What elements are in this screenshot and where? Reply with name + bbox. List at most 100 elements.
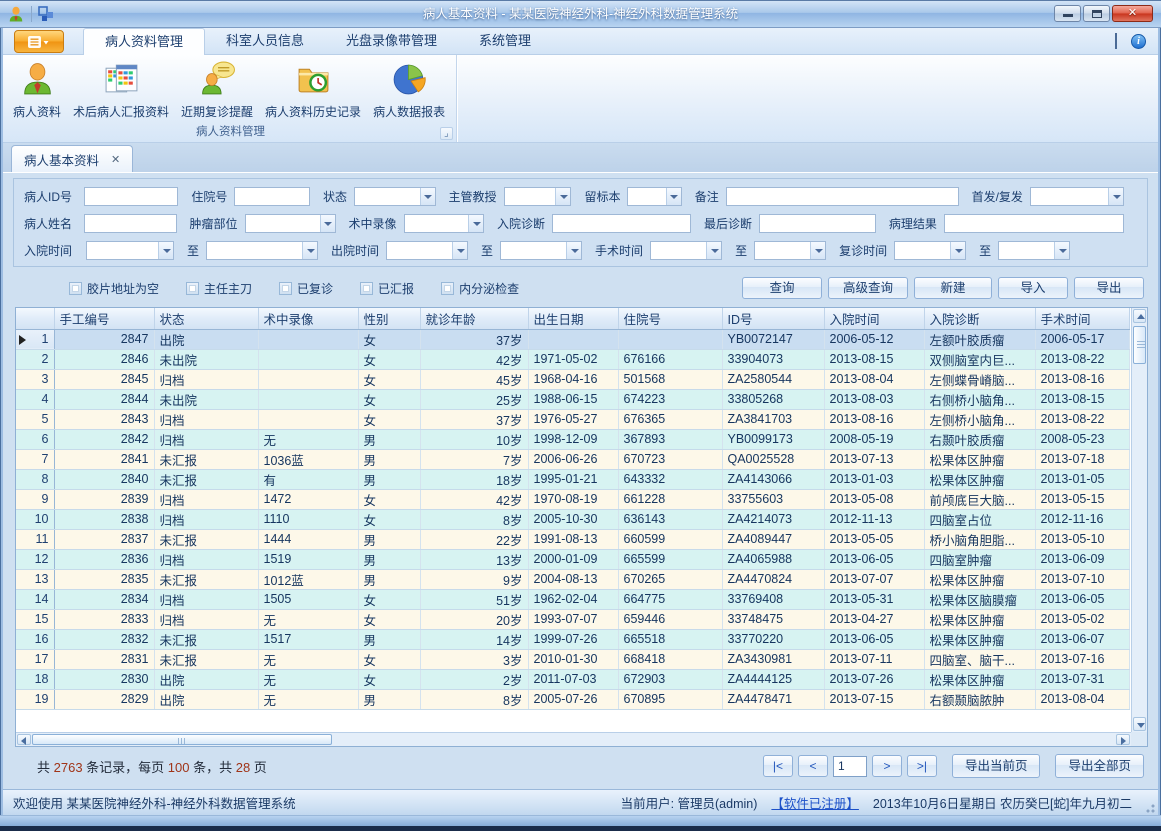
dropdown-arrow-icon[interactable] (666, 188, 681, 205)
postop-report-data-button[interactable]: 术后病人汇报资料 (67, 58, 175, 120)
admission-date-from-select[interactable] (86, 241, 174, 260)
table-row[interactable]: 22846未出院女42岁1971-05-02676166339040732013… (16, 349, 1129, 369)
v-scrollbar[interactable] (1131, 308, 1147, 732)
discharge-date-to-select[interactable] (500, 241, 582, 260)
h-scrollbar[interactable] (16, 732, 1131, 746)
new-button[interactable]: 新建 (914, 277, 992, 299)
app-menu-button[interactable] (14, 30, 64, 53)
table-row[interactable]: 112837未汇报1444男22岁1991-08-13660599ZA40894… (16, 529, 1129, 549)
collapse-ribbon-button[interactable] (1115, 35, 1117, 49)
table-row[interactable]: 82840未汇报有男18岁1995-01-21643332ZA414306620… (16, 469, 1129, 489)
dropdown-arrow-icon[interactable] (950, 242, 965, 259)
revisit-reminder-button[interactable]: 近期复诊提醒 (175, 58, 259, 120)
table-row[interactable]: 192829出院无男8岁2005-07-26670895ZA4478471201… (16, 689, 1129, 709)
registered-link[interactable]: 【软件已注册】 (771, 793, 859, 812)
table-row[interactable]: 42844未出院女25岁1988-06-15674223338052682013… (16, 389, 1129, 409)
col-manual-no[interactable]: 手工编号 (54, 308, 154, 329)
dropdown-arrow-icon[interactable] (1108, 188, 1123, 205)
scroll-right-button[interactable] (1116, 734, 1130, 745)
specimen-select[interactable] (627, 187, 681, 206)
dropdown-arrow-icon[interactable] (452, 242, 467, 259)
checkbox-revisited[interactable]: 已复诊 (279, 280, 333, 297)
patient-report-button[interactable]: 病人数据报表 (367, 58, 451, 120)
patient-name-input[interactable] (84, 214, 177, 233)
maximize-button[interactable] (1083, 5, 1110, 22)
table-row[interactable]: 142834归档1505女51岁1962-02-0466477533769408… (16, 589, 1129, 609)
scroll-down-button[interactable] (1133, 717, 1146, 731)
col-admission-date[interactable]: 入院时间 (824, 308, 924, 329)
resize-grip[interactable] (1143, 801, 1155, 813)
dialog-launcher-button[interactable]: ⌟ (440, 127, 453, 140)
col-status[interactable]: 状态 (154, 308, 258, 329)
discharge-date-from-select[interactable] (386, 241, 468, 260)
v-scroll-thumb[interactable] (1133, 326, 1146, 364)
table-row[interactable]: 32845归档女45岁1968-04-16501568ZA25805442013… (16, 369, 1129, 389)
dropdown-arrow-icon[interactable] (706, 242, 721, 259)
status-select[interactable] (354, 187, 435, 206)
col-admission-no[interactable]: 住院号 (618, 308, 722, 329)
pager-next-button[interactable]: > (872, 755, 902, 777)
table-row[interactable]: 12847出院女37岁YB00721472006-05-12左额叶胶质瘤2006… (16, 329, 1129, 349)
page-number-input[interactable] (833, 756, 867, 777)
intraop-video-select[interactable] (404, 214, 484, 233)
table-row[interactable]: 182830出院无女2岁2011-07-03672903ZA4444125201… (16, 669, 1129, 689)
dropdown-arrow-icon[interactable] (158, 242, 173, 259)
table-row[interactable]: 172831未汇报无女3岁2010-01-30668418ZA343098120… (16, 649, 1129, 669)
col-id-no[interactable]: ID号 (722, 308, 824, 329)
export-all-pages-button[interactable]: 导出全部页 (1055, 754, 1144, 778)
table-row[interactable]: 52843归档女37岁1976-05-27676365ZA38417032013… (16, 409, 1129, 429)
ribbon-tab-disc-tape-management[interactable]: 光盘录像带管理 (325, 28, 458, 55)
checkbox-endocrine-exam[interactable]: 内分泌检查 (441, 280, 519, 297)
ribbon-tab-system-management[interactable]: 系统管理 (458, 28, 552, 55)
export-button[interactable]: 导出 (1074, 277, 1144, 299)
table-row[interactable]: 72841未汇报1036蓝男7岁2006-06-26670723QA002552… (16, 449, 1129, 469)
chief-professor-select[interactable] (504, 187, 572, 206)
dropdown-arrow-icon[interactable] (468, 215, 483, 232)
col-admission-diagnosis[interactable]: 入院诊断 (924, 308, 1035, 329)
col-surgery-date[interactable]: 手术时间 (1035, 308, 1129, 329)
col-gender[interactable]: 性别 (358, 308, 420, 329)
surgery-date-to-select[interactable] (754, 241, 826, 260)
export-current-page-button[interactable]: 导出当前页 (952, 754, 1041, 778)
dropdown-arrow-icon[interactable] (1054, 242, 1069, 259)
table-row[interactable]: 102838归档1110女8岁2005-10-30636143ZA4214073… (16, 509, 1129, 529)
dropdown-arrow-icon[interactable] (320, 215, 335, 232)
remark-input[interactable] (726, 187, 959, 206)
revisit-date-to-select[interactable] (998, 241, 1070, 260)
ribbon-tab-patient-data-management[interactable]: 病人资料管理 (83, 28, 205, 55)
tumor-site-select[interactable] (245, 214, 336, 233)
about-button[interactable]: i (1131, 34, 1146, 49)
checkbox-film-address-empty[interactable]: 胶片地址为空 (69, 280, 159, 297)
pager-prev-button[interactable]: < (798, 755, 828, 777)
close-button[interactable]: ✕ (1112, 5, 1153, 22)
dropdown-arrow-icon[interactable] (555, 188, 570, 205)
pathology-result-input[interactable] (944, 214, 1124, 233)
document-tab[interactable]: 病人基本资料 ✕ (11, 145, 133, 172)
table-row[interactable]: 152833归档无女20岁1993-07-0765944633748475201… (16, 609, 1129, 629)
col-row-indicator[interactable] (16, 308, 54, 329)
col-birth-date[interactable]: 出生日期 (528, 308, 618, 329)
admission-diagnosis-input[interactable] (552, 214, 691, 233)
table-row[interactable]: 122836归档1519男13岁2000-01-09665599ZA406598… (16, 549, 1129, 569)
col-intraop-video[interactable]: 术中录像 (258, 308, 358, 329)
checkbox-reported[interactable]: 已汇报 (360, 280, 414, 297)
admission-date-to-select[interactable] (206, 241, 318, 260)
h-scroll-thumb[interactable] (32, 734, 332, 745)
doc-tab-close-icon[interactable]: ✕ (111, 153, 120, 166)
table-row[interactable]: 62842归档无男10岁1998-12-09367893YB0099173200… (16, 429, 1129, 449)
first-relapse-select[interactable] (1030, 187, 1124, 206)
patient-id-input[interactable] (84, 187, 178, 206)
checkbox-chief-surgeon[interactable]: 主任主刀 (186, 280, 252, 297)
patient-data-button[interactable]: 病人资料 (7, 58, 67, 120)
dropdown-arrow-icon[interactable] (420, 188, 435, 205)
table-row[interactable]: 162832未汇报1517男14岁1999-07-266655183377022… (16, 629, 1129, 649)
search-button[interactable]: 查询 (742, 277, 822, 299)
final-diagnosis-input[interactable] (759, 214, 876, 233)
pager-last-button[interactable]: >| (907, 755, 937, 777)
admission-no-input[interactable] (234, 187, 310, 206)
advanced-search-button[interactable]: 高级查询 (828, 277, 908, 299)
dropdown-arrow-icon[interactable] (302, 242, 317, 259)
table-row[interactable]: 92839归档1472女42岁1970-08-19661228337556032… (16, 489, 1129, 509)
pager-first-button[interactable]: |< (763, 755, 793, 777)
scroll-left-button[interactable] (17, 734, 31, 745)
